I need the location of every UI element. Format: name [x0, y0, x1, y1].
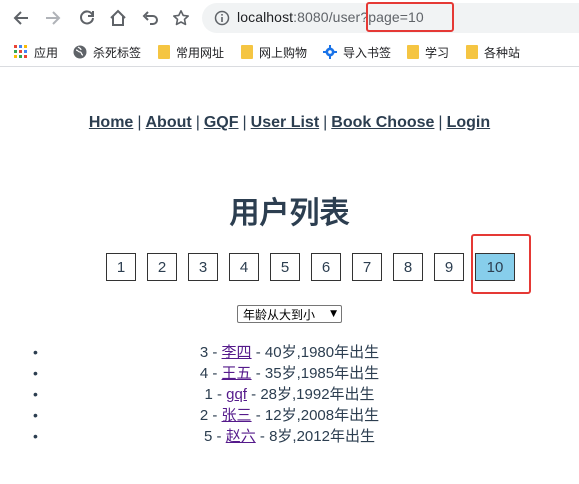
- bookmark-label: 各种站: [484, 45, 521, 60]
- undo-button[interactable]: [138, 6, 162, 30]
- bookmark-import[interactable]: 导入书签: [323, 42, 391, 62]
- page-title: 用户列表: [229, 196, 350, 231]
- page-button-1[interactable]: 1: [106, 253, 136, 281]
- folder-icon: [241, 45, 253, 59]
- undo-icon: [142, 11, 158, 25]
- bookmark-kill-tabs[interactable]: 杀死标签: [73, 42, 141, 62]
- top-navigation: Home | About | GQF | User List | Book Choose | Log…: [0, 114, 579, 132]
- folder-icon: [158, 45, 170, 59]
- home-button[interactable]: [106, 6, 130, 30]
- bookmark-folder-shopping[interactable]: 网上购物: [241, 42, 307, 62]
- user-id: 4 -: [199, 365, 222, 382]
- bookmark-apps[interactable]: 应用: [14, 42, 58, 62]
- info-icon[interactable]: [214, 10, 230, 26]
- list-item: • 2 - 张三 - 12岁,2008年出生: [0, 405, 579, 426]
- url-host: localhost: [237, 9, 294, 25]
- nav-link-home[interactable]: Home: [89, 114, 133, 131]
- user-details: - 8岁,2012年出生: [255, 428, 375, 445]
- home-icon: [110, 9, 126, 26]
- user-details: - 40岁,1980年出生: [251, 344, 380, 361]
- user-details: - 35岁,1985年出生: [251, 365, 380, 382]
- bullet: •: [33, 386, 38, 402]
- nav-separator: |: [137, 114, 142, 131]
- user-name-link[interactable]: 李四: [222, 344, 252, 361]
- nav-separator: |: [242, 114, 247, 131]
- nav-link-about[interactable]: About: [145, 114, 191, 131]
- bookmark-label: 应用: [34, 45, 59, 60]
- user-details: - 28岁,1992年出生: [246, 386, 375, 403]
- globe-icon: [73, 45, 87, 59]
- user-name-link[interactable]: 张三: [222, 407, 252, 424]
- nav-link-user-list[interactable]: User List: [251, 114, 319, 131]
- apps-grid-icon: [14, 45, 27, 58]
- folder-icon: [466, 45, 478, 59]
- user-id: 1 -: [204, 386, 227, 403]
- user-name-link[interactable]: 王五: [222, 365, 252, 382]
- active-page-highlight-box: [471, 234, 531, 294]
- user-list: • 3 - 李四 - 40岁,1980年出生 • 4 - 王五 - 35岁,19…: [0, 342, 579, 447]
- bookmark-folder-sites[interactable]: 各种站: [466, 42, 520, 62]
- user-details: - 12岁,2008年出生: [251, 407, 380, 424]
- bullet: •: [33, 407, 38, 423]
- url-query-highlight-box: [366, 2, 454, 32]
- page-button-4[interactable]: 4: [229, 253, 259, 281]
- bullet: •: [33, 428, 38, 444]
- page-button-9[interactable]: 9: [434, 253, 464, 281]
- dropdown-arrow-icon: ▼: [330, 309, 337, 319]
- page-button-7[interactable]: 7: [352, 253, 382, 281]
- star-icon: [173, 10, 189, 26]
- sort-selected-value: 年龄从大到小: [243, 307, 316, 322]
- list-item: • 5 - 赵六 - 8岁,2012年出生: [0, 426, 579, 447]
- folder-icon: [407, 45, 419, 59]
- list-item: • 4 - 王五 - 35岁,1985年出生: [0, 363, 579, 384]
- bookmark-folder-common[interactable]: 常用网址: [158, 42, 224, 62]
- sort-select[interactable]: 年龄从大到小 ▼: [237, 305, 342, 323]
- user-id: 5 -: [204, 428, 226, 445]
- arrow-left-icon: [13, 11, 28, 25]
- forward-button[interactable]: [41, 6, 65, 30]
- reload-button[interactable]: [75, 6, 99, 30]
- gear-icon: [323, 45, 337, 59]
- bookmark-folder-study[interactable]: 学习: [407, 42, 449, 62]
- bookmark-label: 导入书签: [343, 45, 392, 60]
- page-button-2[interactable]: 2: [147, 253, 177, 281]
- user-name-link[interactable]: gqf: [226, 386, 247, 403]
- bookmarks-bar: 应用 杀死标签 常用网址 网上购物 导入书签 学习 各种站: [0, 37, 579, 67]
- arrow-right-icon: [46, 11, 61, 25]
- bookmark-label: 杀死标签: [93, 45, 142, 60]
- bookmark-label: 学习: [425, 45, 450, 60]
- bullet: •: [33, 344, 38, 360]
- page-button-6[interactable]: 6: [311, 253, 341, 281]
- bookmark-label: 网上购物: [259, 45, 308, 60]
- user-name-link[interactable]: 赵六: [226, 428, 256, 445]
- browser-toolbar: localhost:8080/user?page=10: [0, 0, 579, 37]
- list-item: • 3 - 李四 - 40岁,1980年出生: [0, 342, 579, 363]
- nav-link-gqf[interactable]: GQF: [204, 114, 239, 131]
- page-button-3[interactable]: 3: [188, 253, 218, 281]
- user-id: 3 -: [199, 344, 222, 361]
- reload-icon: [80, 10, 94, 25]
- nav-separator: |: [195, 114, 200, 131]
- bookmark-star-button[interactable]: [169, 6, 193, 30]
- user-id: 2 -: [199, 407, 222, 424]
- nav-separator: |: [438, 114, 443, 131]
- bullet: •: [33, 365, 38, 381]
- back-button[interactable]: [9, 6, 33, 30]
- nav-separator: |: [323, 114, 328, 131]
- nav-link-login[interactable]: Login: [447, 114, 491, 131]
- list-item: • 1 - gqf - 28岁,1992年出生: [0, 384, 579, 405]
- bookmark-label: 常用网址: [176, 45, 225, 60]
- page-button-8[interactable]: 8: [393, 253, 423, 281]
- page-button-5[interactable]: 5: [270, 253, 300, 281]
- nav-link-book-choose[interactable]: Book Choose: [331, 114, 434, 131]
